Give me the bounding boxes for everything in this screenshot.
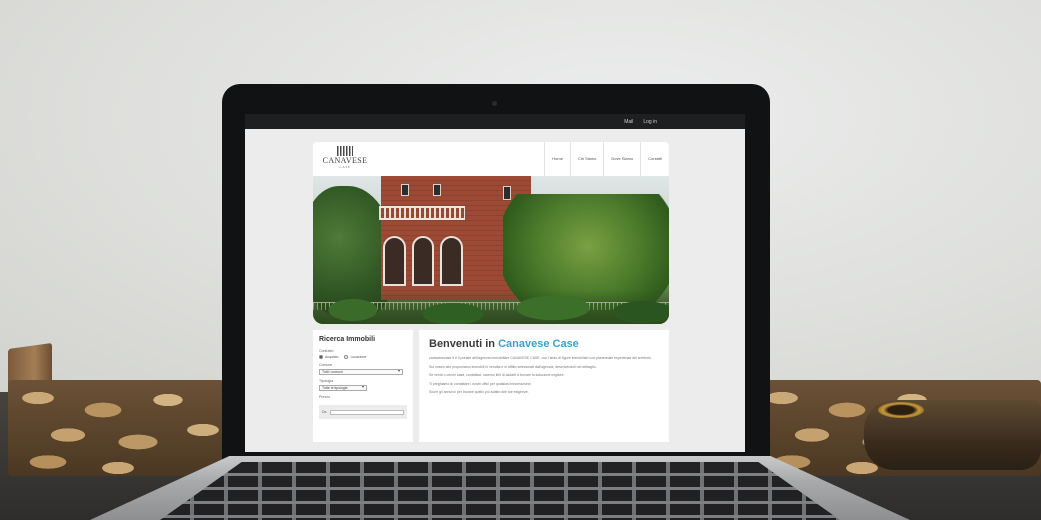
welcome-content: Benvenuti in Canavese Case canavesecase.… [419, 330, 669, 442]
contract-label: Contratto [319, 349, 334, 353]
pipe-bowl [878, 402, 924, 418]
laptop-screen: Mail Log in CANAVESE CASE Home Chi Siamo… [245, 114, 745, 452]
paragraph-4: Ti preghiamo di contattare i nostri uffi… [429, 381, 532, 386]
site-header: CANAVESE CASE Home Chi Siamo Dove Siamo … [313, 142, 669, 176]
nav-dove-siamo[interactable]: Dove Siamo [603, 142, 640, 176]
top-bar: Mail Log in [245, 114, 745, 129]
paragraph-1: canavesecase.it è il portale dell'agenzi… [429, 356, 652, 360]
nav-home[interactable]: Home [544, 142, 570, 176]
hero-image [313, 176, 669, 324]
municipality-select[interactable]: Tutti i comuni [319, 369, 403, 376]
paragraph-5: Scorri gli annunci per trovare quello pi… [429, 390, 529, 394]
municipality-label: Comune [319, 363, 333, 368]
price-range: Da [319, 405, 407, 420]
contract-radios: Acquisto Locazione [319, 355, 407, 360]
wood-slice-mat-left [8, 380, 224, 476]
price-label: Prezzo [319, 395, 330, 400]
site-logo[interactable]: CANAVESE CASE [319, 146, 371, 174]
laptop-keyboard [160, 462, 840, 520]
website: CANAVESE CASE Home Chi Siamo Dove Siamo … [313, 142, 669, 442]
paragraph-3: Se vendi o cerchi casa, contattaci: sare… [429, 373, 565, 377]
price-min-label: Da [322, 410, 327, 415]
topbar-link-login[interactable]: Log in [643, 119, 657, 125]
logo-sub: CASE [339, 165, 351, 169]
welcome-brand: Canavese Case [498, 338, 579, 350]
search-title: Ricerca Immobili [319, 336, 376, 343]
nav-contatti[interactable]: Contatti [640, 142, 669, 176]
radio-locazione[interactable]: Locazione [344, 355, 366, 360]
radio-checked-icon [319, 355, 323, 360]
webcam-icon [492, 101, 497, 106]
radio-unchecked-icon [344, 355, 349, 360]
logo-name: CANAVESE [322, 156, 368, 165]
type-select[interactable]: Tutte le tipologie [319, 385, 367, 392]
welcome-heading: Benvenuti in Canavese Case [429, 338, 579, 350]
price-min-input[interactable] [330, 409, 404, 415]
house-logo-icon [335, 146, 355, 156]
type-label: Tipologia [319, 379, 334, 384]
property-search-panel: Ricerca Immobili Contratto Acquisto Loca… [313, 330, 413, 442]
nav-chi-siamo[interactable]: Chi Siamo [569, 142, 603, 176]
paragraph-2: Sul nostro sito proponiamo immobili in v… [429, 364, 597, 369]
radio-acquisto[interactable]: Acquisto [319, 355, 338, 360]
topbar-link-mail[interactable]: Mail [624, 119, 633, 125]
main-nav: Home Chi Siamo Dove Siamo Contatti [544, 142, 669, 176]
